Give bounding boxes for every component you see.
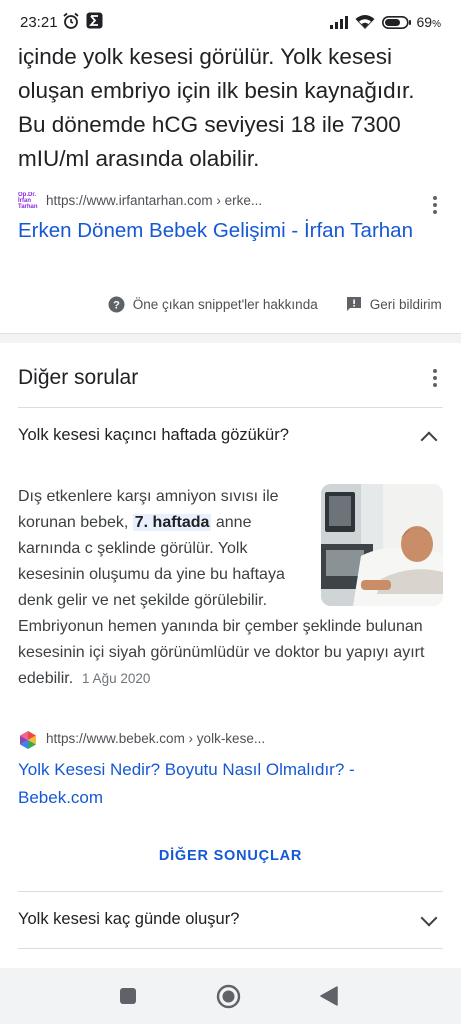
wifi-icon xyxy=(355,15,375,29)
battery-percent: 69% xyxy=(416,14,441,30)
source-url[interactable]: https://www.bebek.com › yolk-kese... xyxy=(46,731,265,746)
related-questions-title: Diğer sorular xyxy=(18,366,139,389)
app-notification-icon xyxy=(86,12,103,29)
answer-source[interactable]: https://www.bebek.com › yolk-kese... xyxy=(18,729,448,751)
snippet-result-link[interactable]: Erken Dönem Bebek Gelişimi - İrfan Tarha… xyxy=(18,216,438,246)
answer-highlight: 7. haftada xyxy=(132,514,212,531)
back-icon[interactable] xyxy=(320,986,338,1006)
snippet-source[interactable]: Op.Dr. İrfan Tarhan https://www.irfantar… xyxy=(18,190,448,214)
clock: 23:21 xyxy=(20,14,58,31)
divider xyxy=(18,407,443,408)
alarm-icon xyxy=(63,12,79,29)
answer-text: Dış etkenlere karşı amniyon sıvısı ile k… xyxy=(18,484,443,692)
question-text: Yolk kesesi kaçıncı haftada gözükür? xyxy=(18,426,289,444)
signal-icon xyxy=(330,16,348,29)
irfantarhan-favicon: Op.Dr. İrfan Tarhan xyxy=(18,192,38,210)
divider xyxy=(18,891,443,892)
question-text: Yolk kesesi kaç günde oluşur? xyxy=(18,910,240,928)
snippet-text: içinde yolk kesesi görülür. Yolk kesesi … xyxy=(18,44,415,171)
more-results-button[interactable]: DİĞER SONUÇLAR xyxy=(0,848,461,864)
more-options-icon[interactable] xyxy=(433,196,437,217)
source-url[interactable]: https://www.irfantarhan.com › erke... xyxy=(46,193,262,208)
divider xyxy=(18,948,443,949)
ultrasound-exam-image[interactable] xyxy=(321,484,443,606)
answer-result-link[interactable]: Yolk Kesesi Nedir? Boyutu Nasıl Olmalıdı… xyxy=(18,756,438,812)
bebek-favicon xyxy=(20,731,36,749)
help-icon: ? xyxy=(108,296,125,313)
answer-date: 1 Ağu 2020 xyxy=(82,671,151,686)
status-bar: 23:21 69% xyxy=(0,0,461,44)
svg-text:?: ? xyxy=(113,300,120,312)
feedback-link[interactable]: Geri bildirim xyxy=(346,296,442,316)
about-snippets-link[interactable]: ? Öne çıkan snippet'ler hakkında xyxy=(108,296,318,316)
battery-icon xyxy=(382,16,411,29)
feedback-icon xyxy=(347,297,361,312)
ultrasound-photo xyxy=(321,484,443,606)
home-icon[interactable] xyxy=(216,984,241,1009)
more-options-icon[interactable] xyxy=(433,369,437,390)
recent-apps-icon[interactable] xyxy=(119,987,137,1005)
